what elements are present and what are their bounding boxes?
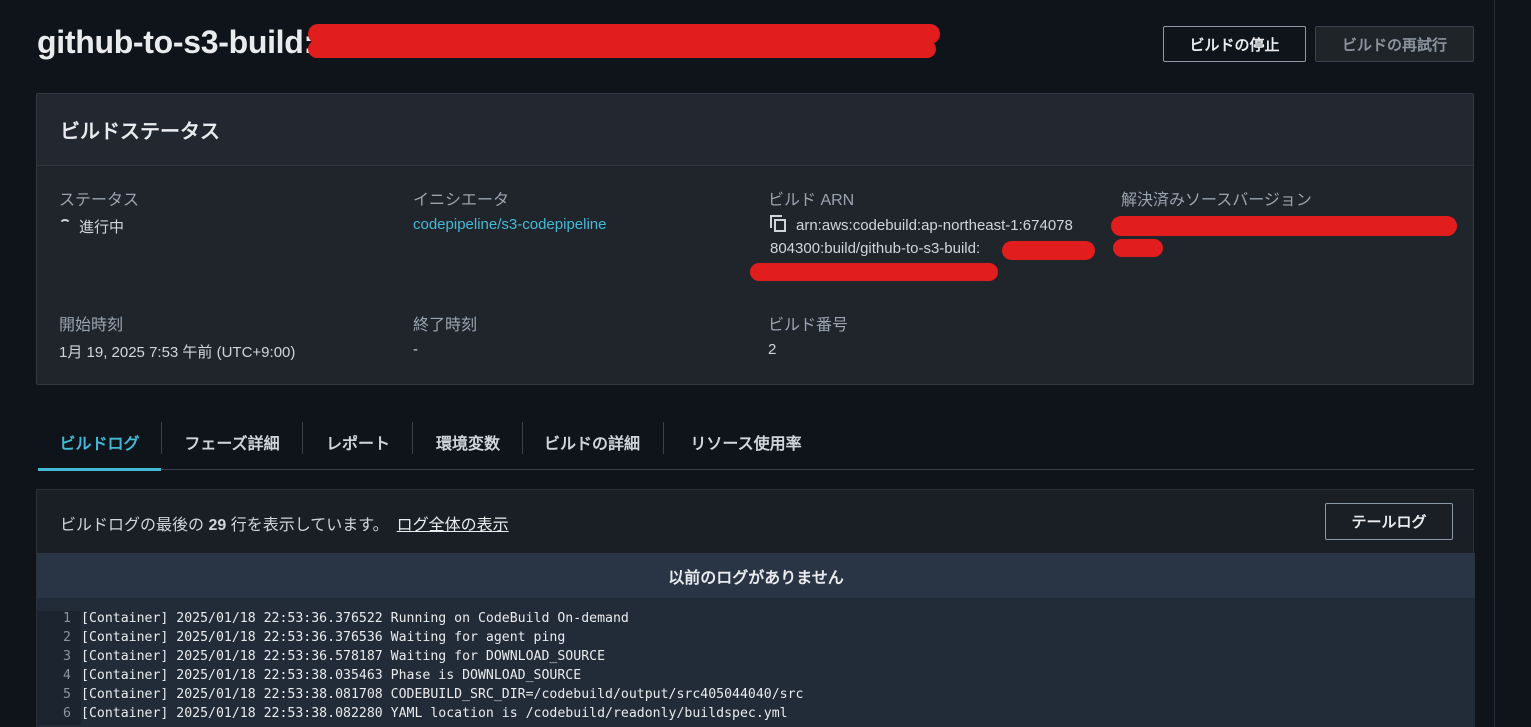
status-label: ステータス xyxy=(59,192,140,209)
build-detail-page: github-to-s3-build: ビルドの停止 ビルドの再試行 ビルドステ… xyxy=(0,0,1531,727)
line-text: [Container] 2025/01/18 22:53:38.035463 P… xyxy=(81,668,582,683)
log-lines: 1 [Container] 2025/01/18 22:53:36.376522 … xyxy=(37,598,1475,727)
tab-build-details[interactable]: ビルドの詳細 xyxy=(532,414,652,470)
tab-environment-variables[interactable]: 環境変数 xyxy=(422,414,514,470)
build-status-card: ビルドステータス ステータス 進行中 イニシエータ codepipeline/s… xyxy=(36,93,1474,385)
tab-divider xyxy=(663,422,664,454)
card-title: ビルドステータス xyxy=(60,121,220,143)
tab-resource-utilization[interactable]: リソース使用率 xyxy=(675,414,817,470)
copy-icon[interactable] xyxy=(770,215,788,233)
line-number: 6 xyxy=(37,706,81,725)
tab-divider xyxy=(522,422,523,454)
tab-divider xyxy=(302,422,303,454)
log-line: 1 [Container] 2025/01/18 22:53:36.376522 … xyxy=(37,611,1475,630)
log-line: 6 [Container] 2025/01/18 22:53:38.082280 … xyxy=(37,706,1475,725)
tab-divider xyxy=(412,422,413,454)
stop-build-button[interactable]: ビルドの停止 xyxy=(1163,26,1306,62)
initiator-label: イニシエータ xyxy=(413,192,510,209)
build-log-panel: ビルドログの最後の 29 行を表示しています。 ログ全体の表示 テールログ 以前の… xyxy=(36,489,1475,727)
log-line: 2 [Container] 2025/01/18 22:53:36.376536 … xyxy=(37,630,1475,649)
end-time-value: - xyxy=(413,341,418,358)
tail-logs-button[interactable]: テールログ xyxy=(1325,503,1453,540)
line-number: 4 xyxy=(37,668,81,687)
initiator-link[interactable]: codepipeline/s3-codepipeline xyxy=(413,216,606,233)
log-line: 3 [Container] 2025/01/18 22:53:36.578187 … xyxy=(37,649,1475,668)
tab-divider xyxy=(161,422,162,454)
redaction-mark xyxy=(308,40,936,58)
page-title: github-to-s3-build: xyxy=(37,24,314,60)
line-text: [Container] 2025/01/18 22:53:36.376522 R… xyxy=(81,611,629,626)
line-number: 1 xyxy=(37,611,81,630)
log-description: ビルドログの最後の 29 行を表示しています。 ログ全体の表示 xyxy=(60,511,509,535)
line-number: 3 xyxy=(37,649,81,668)
log-desc-suffix: 行を表示しています。 xyxy=(230,517,389,534)
line-text: [Container] 2025/01/18 22:53:36.578187 W… xyxy=(81,649,606,664)
redaction-mark xyxy=(1113,239,1163,257)
status-text: 進行中 xyxy=(79,219,125,236)
start-time-label: 開始時刻 xyxy=(59,317,124,334)
build-number-value: 2 xyxy=(768,341,777,358)
log-line: 4 [Container] 2025/01/18 22:53:38.035463 … xyxy=(37,668,1475,687)
card-header: ビルドステータス xyxy=(37,94,1473,166)
start-time-value: 1月 19, 2025 7:53 午前 (UTC+9:00) xyxy=(59,344,296,361)
log-line: 5 [Container] 2025/01/18 22:53:38.081708 … xyxy=(37,687,1475,706)
build-arn-label: ビルド ARN xyxy=(768,192,855,209)
retry-build-button[interactable]: ビルドの再試行 xyxy=(1315,26,1474,62)
log-desc-prefix: ビルドログの最後の xyxy=(60,517,205,534)
end-time-label: 終了時刻 xyxy=(413,317,478,334)
arn-line2: 804300:build/github-to-s3-build: xyxy=(770,240,981,257)
arn-line1: arn:aws:codebuild:ap-northeast-1:674078 xyxy=(796,217,1073,234)
log-line-count: 29 xyxy=(208,517,227,534)
no-previous-logs-banner: 以前のログがありません xyxy=(37,553,1475,598)
status-value: 進行中 xyxy=(59,216,124,237)
redaction-mark xyxy=(1002,241,1095,260)
view-full-log-link[interactable]: ログ全体の表示 xyxy=(397,517,509,534)
line-text: [Container] 2025/01/18 22:53:36.376536 W… xyxy=(81,630,566,645)
tab-reports[interactable]: レポート xyxy=(308,414,408,470)
line-number: 5 xyxy=(37,687,81,706)
redaction-mark xyxy=(1111,216,1457,236)
detail-tabs: ビルドログ フェーズ詳細 レポート 環境変数 ビルドの詳細 リソース使用率 xyxy=(38,414,1474,471)
build-number-label: ビルド番号 xyxy=(768,317,849,334)
tab-build-log[interactable]: ビルドログ xyxy=(38,414,161,471)
line-text: [Container] 2025/01/18 22:53:38.082280 Y… xyxy=(81,706,788,721)
source-version-label: 解決済みソースバージョン xyxy=(1121,192,1312,209)
line-number: 2 xyxy=(37,630,81,649)
line-text: [Container] 2025/01/18 22:53:38.081708 C… xyxy=(81,687,804,702)
tab-phase-details[interactable]: フェーズ詳細 xyxy=(170,414,294,470)
page-scrollbar[interactable] xyxy=(1494,0,1531,727)
spinner-icon xyxy=(59,219,71,231)
redaction-mark xyxy=(750,263,998,281)
